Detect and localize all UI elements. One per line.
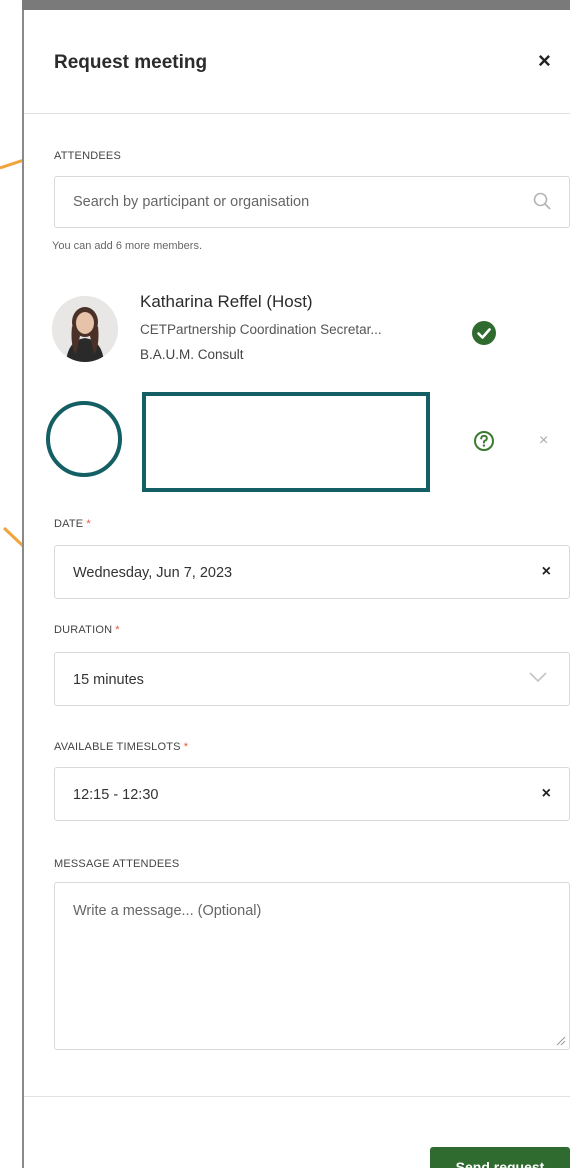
- duration-label: DURATION *: [54, 624, 120, 636]
- message-label: MESSAGE ATTENDEES: [54, 858, 180, 870]
- search-placeholder: Search by participant or organisation: [73, 194, 310, 210]
- remove-attendee-button[interactable]: ×: [539, 432, 548, 450]
- members-hint: You can add 6 more members.: [52, 240, 203, 252]
- dialog-title: Request meeting: [54, 52, 208, 73]
- message-placeholder: Write a message... (Optional): [73, 903, 262, 919]
- annotation-circle: [46, 401, 122, 477]
- annotation-redaction-box: [142, 392, 430, 492]
- date-value: Wednesday, Jun 7, 2023: [73, 565, 233, 581]
- timeslots-label: AVAILABLE TIMESLOTS *: [54, 741, 188, 753]
- timeslots-required-mark: *: [183, 741, 189, 753]
- duration-select[interactable]: 15 minutes: [54, 652, 570, 706]
- timeslots-label-text: AVAILABLE TIMESLOTS: [54, 741, 181, 753]
- host-avatar: [52, 296, 118, 362]
- check-circle-icon: [472, 321, 496, 345]
- timeslot-select[interactable]: 12:15 - 12:30 ×: [54, 767, 570, 821]
- request-meeting-dialog: Request meeting × ATTENDEES Search by pa…: [22, 10, 570, 1168]
- clear-date-button[interactable]: ×: [542, 563, 551, 581]
- close-icon[interactable]: ×: [538, 50, 551, 72]
- resize-handle-icon[interactable]: [556, 1036, 566, 1046]
- timeslot-value: 12:15 - 12:30: [73, 787, 159, 803]
- duration-value: 15 minutes: [73, 672, 144, 688]
- chevron-down-icon: [529, 672, 547, 683]
- duration-label-text: DURATION: [54, 624, 113, 636]
- message-textarea[interactable]: Write a message... (Optional): [54, 882, 570, 1050]
- host-company: B.A.U.M. Consult: [140, 347, 244, 362]
- send-request-button[interactable]: Send request: [430, 1147, 570, 1168]
- question-circle-icon: [474, 431, 494, 451]
- dialog-header: Request meeting ×: [24, 10, 570, 114]
- date-field[interactable]: Wednesday, Jun 7, 2023 ×: [54, 545, 570, 599]
- host-name: Katharina Reffel (Host): [140, 292, 313, 311]
- footer-divider: [24, 1096, 570, 1097]
- search-icon: [533, 192, 551, 210]
- date-label-text: DATE: [54, 518, 84, 530]
- date-label: DATE *: [54, 518, 91, 530]
- host-organisation: CETPartnership Coordination Secretar...: [140, 322, 382, 337]
- duration-required-mark: *: [115, 624, 120, 636]
- attendee-search-input[interactable]: Search by participant or organisation: [54, 176, 570, 228]
- attendees-label: ATTENDEES: [54, 150, 121, 162]
- clear-timeslot-button[interactable]: ×: [542, 785, 551, 803]
- date-required-mark: *: [86, 518, 91, 530]
